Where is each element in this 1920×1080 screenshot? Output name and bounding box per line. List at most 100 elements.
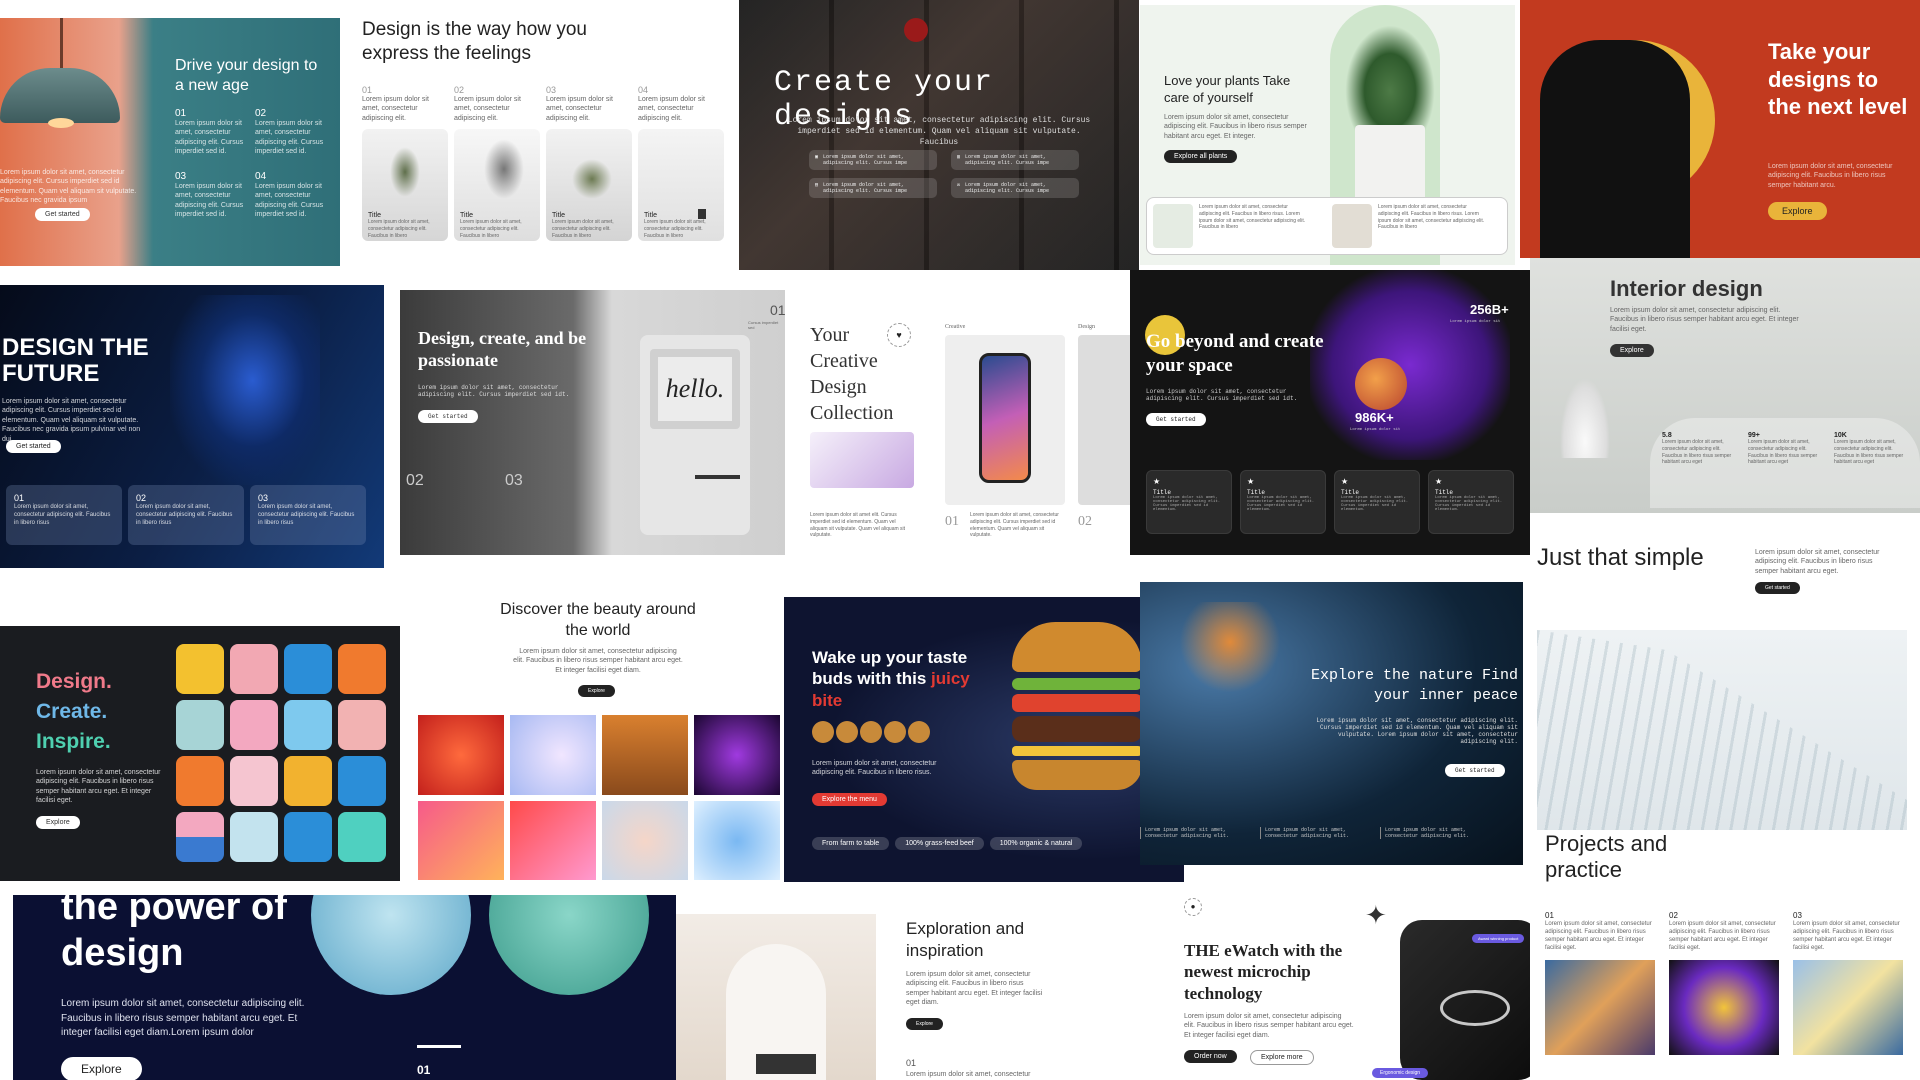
get-started-button[interactable]: Get started (1146, 413, 1206, 426)
item-text: Lorem ipsum dolor sit amet, consectetur … (175, 182, 244, 219)
explore-button[interactable]: Explore (36, 816, 80, 829)
plant-thumb (1153, 204, 1193, 248)
feature-chip[interactable]: ▤ Lorem ipsum dolor sit amet, adipiscing … (809, 178, 937, 198)
explore-button[interactable]: Explore (1768, 202, 1827, 220)
gallery-image[interactable] (418, 801, 504, 880)
item-number: 03 (175, 170, 187, 182)
explore-button[interactable]: Explore (61, 1057, 142, 1080)
explore-more-button[interactable]: Explore more (1250, 1050, 1314, 1065)
card-beauty[interactable]: Discover the beauty around the world Lor… (418, 595, 783, 880)
gallery-image[interactable] (418, 715, 504, 795)
item-text: Lorem ipsum dolor sit amet, consectetur … (255, 182, 324, 219)
photo-tile[interactable]: Title Lorem ipsum dolor sit amet, consect… (454, 129, 540, 242)
card-simple[interactable]: Just that simple Lorem ipsum dolor sit a… (1530, 520, 1920, 845)
card-title: Projects and practice (1545, 835, 1668, 883)
feature-box[interactable]: 02 Lorem ipsum dolor sit amet, consectetu… (128, 485, 244, 545)
feature-chip[interactable]: 100% grass-feed beef (895, 837, 984, 850)
card-create-designs[interactable]: Create your designs Lorem ipsum dolor si… (739, 0, 1139, 270)
card-feelings[interactable]: Design is the way how you express the fe… (350, 10, 735, 255)
label: Design (1078, 324, 1095, 330)
card-body: Lorem ipsum dolor sit amet, consectetur … (513, 648, 683, 674)
screen-text: hello. (658, 357, 732, 421)
flower-image (1180, 602, 1280, 802)
card-exploration[interactable]: Exploration and inspiration Lorem ipsum … (676, 910, 1086, 1080)
app-tile-icon (176, 812, 224, 862)
item-number: 01 (417, 1063, 431, 1077)
gallery-image[interactable] (694, 801, 780, 880)
card-body: Lorem ipsum dolor sit amet, consectetur … (1768, 163, 1893, 189)
get-started-button[interactable]: Get started (1755, 582, 1800, 594)
card-collection[interactable]: Your Creative Design Collection ♥ Lorem … (800, 280, 1130, 560)
lamp-image (0, 18, 160, 150)
gallery-image[interactable] (602, 801, 688, 880)
mini-burgers (812, 721, 930, 743)
get-started-button[interactable]: Get started (6, 440, 61, 453)
item-number: 03 (258, 493, 269, 503)
project-image[interactable] (1545, 960, 1655, 1056)
item-number: 02 (136, 493, 147, 503)
card-burger[interactable]: Wake up your taste buds with this juicy … (784, 597, 1184, 882)
item-text: Lorem ipsum dolor sit amet, consectetur … (638, 96, 705, 122)
get-started-button[interactable]: Get started (418, 410, 478, 423)
tile-text: Lorem ipsum dolor sit amet, consectetur … (644, 219, 706, 239)
card-ewatch[interactable]: ● THE eWatch with the newest microchip t… (1150, 890, 1530, 1080)
feature-chip[interactable]: ▣ Lorem ipsum dolor sit amet, adipiscing … (809, 150, 937, 170)
app-tile-icon (338, 756, 386, 806)
item-number: 01 (175, 108, 187, 119)
card-space[interactable]: 256B+ Lorem ipsum dolor sit 986K+ Lorem … (1130, 270, 1530, 555)
feature-chip[interactable]: 100% organic & natural (989, 837, 1083, 850)
photo-tile[interactable]: Title Lorem ipsum dolor sit amet, consect… (546, 129, 632, 242)
headline-line: Inspire. (36, 730, 111, 753)
app-tile-icon (284, 812, 332, 862)
card-inspire[interactable]: Design. Create. Inspire. Lorem ipsum dol… (0, 626, 400, 881)
stat: 986K+ (1355, 410, 1394, 425)
card-projects[interactable]: Projects and practice 01 Lorem ipsum dolo… (1530, 835, 1920, 1080)
photo-tile[interactable]: Title Lorem ipsum dolor sit amet, consect… (362, 129, 448, 242)
burger-image (1012, 622, 1142, 822)
gallery-image[interactable] (510, 715, 596, 795)
explore-plants-button[interactable]: Explore all plants (1164, 150, 1238, 163)
stat: 10K (1834, 432, 1847, 439)
card-body: Lorem ipsum dolor sit amet, consectetur … (1184, 1013, 1354, 1039)
card-title: Interior design (1610, 276, 1763, 301)
card-next-level[interactable]: Take your designs to the next level Lore… (1520, 0, 1920, 258)
feature-chip[interactable]: ▥ Lorem ipsum dolor sit amet, adipiscing … (951, 150, 1079, 170)
explore-button[interactable]: Explore (578, 685, 615, 697)
item-number: 02 (406, 472, 424, 489)
feature-tile[interactable]: ★ Title Lorem ipsum dolor sit amet, consec… (1334, 470, 1420, 534)
get-started-button[interactable]: Get started (35, 208, 90, 221)
vr-person-image (170, 295, 320, 485)
card-passionate[interactable]: Design, create, and be passionate Lorem … (400, 290, 785, 555)
project-image[interactable] (1669, 960, 1779, 1056)
calendar-icon: ▣ (815, 154, 819, 160)
card-power[interactable]: the power of design Lorem ipsum dolor si… (13, 895, 676, 1080)
feature-tile[interactable]: ★ Title Lorem ipsum dolor sit amet, consec… (1146, 470, 1232, 534)
card-drive-design[interactable]: Drive your design to a new age 01 Lorem i… (0, 18, 340, 266)
feature-tile[interactable]: ★ Title Lorem ipsum dolor sit amet, consec… (1240, 470, 1326, 534)
item-text: Lorem ipsum dolor sit amet, consectetur … (454, 96, 521, 122)
photo-tile[interactable]: Title Lorem ipsum dolor sit amet, consect… (638, 129, 724, 242)
card-interior[interactable]: Interior design Lorem ipsum dolor sit am… (1530, 258, 1920, 513)
get-started-button[interactable]: Get started (1445, 764, 1505, 777)
gallery-image[interactable] (602, 715, 688, 795)
card-design-future[interactable]: DESIGN THE FUTURE Lorem ipsum dolor sit … (0, 285, 384, 568)
feature-box[interactable]: 01 Lorem ipsum dolor sit amet, consectetu… (6, 485, 122, 545)
order-now-button[interactable]: Order now (1184, 1050, 1237, 1063)
label: Creative (945, 324, 966, 330)
gallery-image[interactable] (510, 801, 596, 880)
gallery-image[interactable] (694, 715, 780, 795)
card-body: Lorem ipsum dolor sit amet, consectetur … (0, 169, 137, 205)
card-plants[interactable]: Love your plants Take care of yourself L… (1140, 5, 1515, 265)
feature-chip[interactable]: ✉ Lorem ipsum dolor sit amet, adipiscing … (951, 178, 1079, 198)
explore-button[interactable]: Explore (906, 1018, 943, 1030)
card-nature[interactable]: Explore the nature Find your inner peace… (1140, 582, 1523, 865)
card-title: DESIGN THE FUTURE (2, 334, 149, 388)
explore-button[interactable]: Explore (1610, 344, 1654, 357)
feature-chip[interactable]: From farm to table (812, 837, 890, 850)
card-body: Lorem ipsum dolor sit amet, consectetur … (1755, 549, 1880, 575)
project-image[interactable] (1793, 960, 1903, 1056)
feature-tile[interactable]: ★ Title Lorem ipsum dolor sit amet, consec… (1428, 470, 1514, 534)
card-title: Take your designs to the next level (1768, 39, 1908, 119)
explore-menu-button[interactable]: Explore the menu (812, 793, 887, 806)
feature-box[interactable]: 03 Lorem ipsum dolor sit amet, consectetu… (250, 485, 366, 545)
